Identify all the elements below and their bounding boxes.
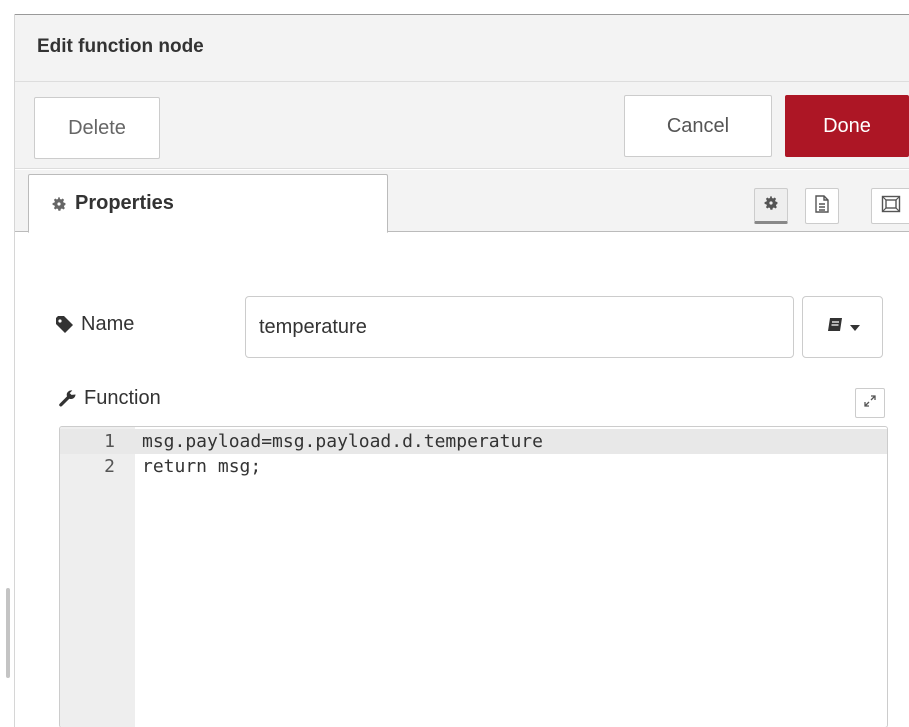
window-restore-icon bbox=[881, 195, 901, 218]
name-label-text: Name bbox=[81, 313, 135, 335]
tab-properties[interactable]: Properties bbox=[28, 174, 388, 233]
gear-icon bbox=[51, 196, 67, 212]
name-label: Name bbox=[55, 313, 134, 336]
editor-line[interactable]: 1 msg.payload=msg.payload.d.temperature bbox=[60, 429, 887, 454]
tab-action-description[interactable] bbox=[805, 188, 839, 224]
line-code: return msg; bbox=[142, 456, 262, 477]
delete-button[interactable]: Delete bbox=[34, 97, 160, 159]
expand-editor-button[interactable] bbox=[855, 388, 885, 418]
line-code: msg.payload=msg.payload.d.temperature bbox=[142, 431, 543, 452]
tray-title: Edit function node bbox=[37, 36, 204, 57]
resize-handle[interactable] bbox=[6, 588, 10, 678]
tray-header: Edit function node bbox=[15, 15, 909, 82]
tab-action-properties[interactable] bbox=[754, 188, 788, 224]
tray-toolbar: Delete Cancel Done bbox=[15, 82, 909, 169]
line-number: 1 bbox=[104, 431, 115, 452]
editor-line[interactable]: 2 return msg; bbox=[60, 454, 887, 479]
tab-action-appearance[interactable] bbox=[871, 188, 909, 224]
gear-icon bbox=[763, 195, 779, 216]
wrench-icon bbox=[58, 389, 78, 409]
cancel-button[interactable]: Cancel bbox=[624, 95, 772, 157]
tab-bar: Properties bbox=[15, 170, 909, 233]
icon-picker-button[interactable] bbox=[802, 296, 883, 358]
tag-icon bbox=[55, 315, 75, 334]
function-label-text: Function bbox=[84, 387, 161, 409]
done-button[interactable]: Done bbox=[785, 95, 909, 157]
file-text-icon bbox=[814, 194, 830, 218]
name-input[interactable] bbox=[245, 296, 794, 358]
tab-properties-label: Properties bbox=[75, 192, 174, 214]
book-icon bbox=[826, 317, 844, 338]
edit-tray: Edit function node Delete Cancel Done Pr… bbox=[15, 14, 909, 727]
expand-icon bbox=[864, 394, 876, 412]
function-label: Function bbox=[58, 387, 161, 410]
code-editor[interactable]: 1 msg.payload=msg.payload.d.temperature … bbox=[59, 426, 888, 727]
line-number: 2 bbox=[104, 456, 115, 477]
caret-down-icon bbox=[849, 318, 860, 336]
